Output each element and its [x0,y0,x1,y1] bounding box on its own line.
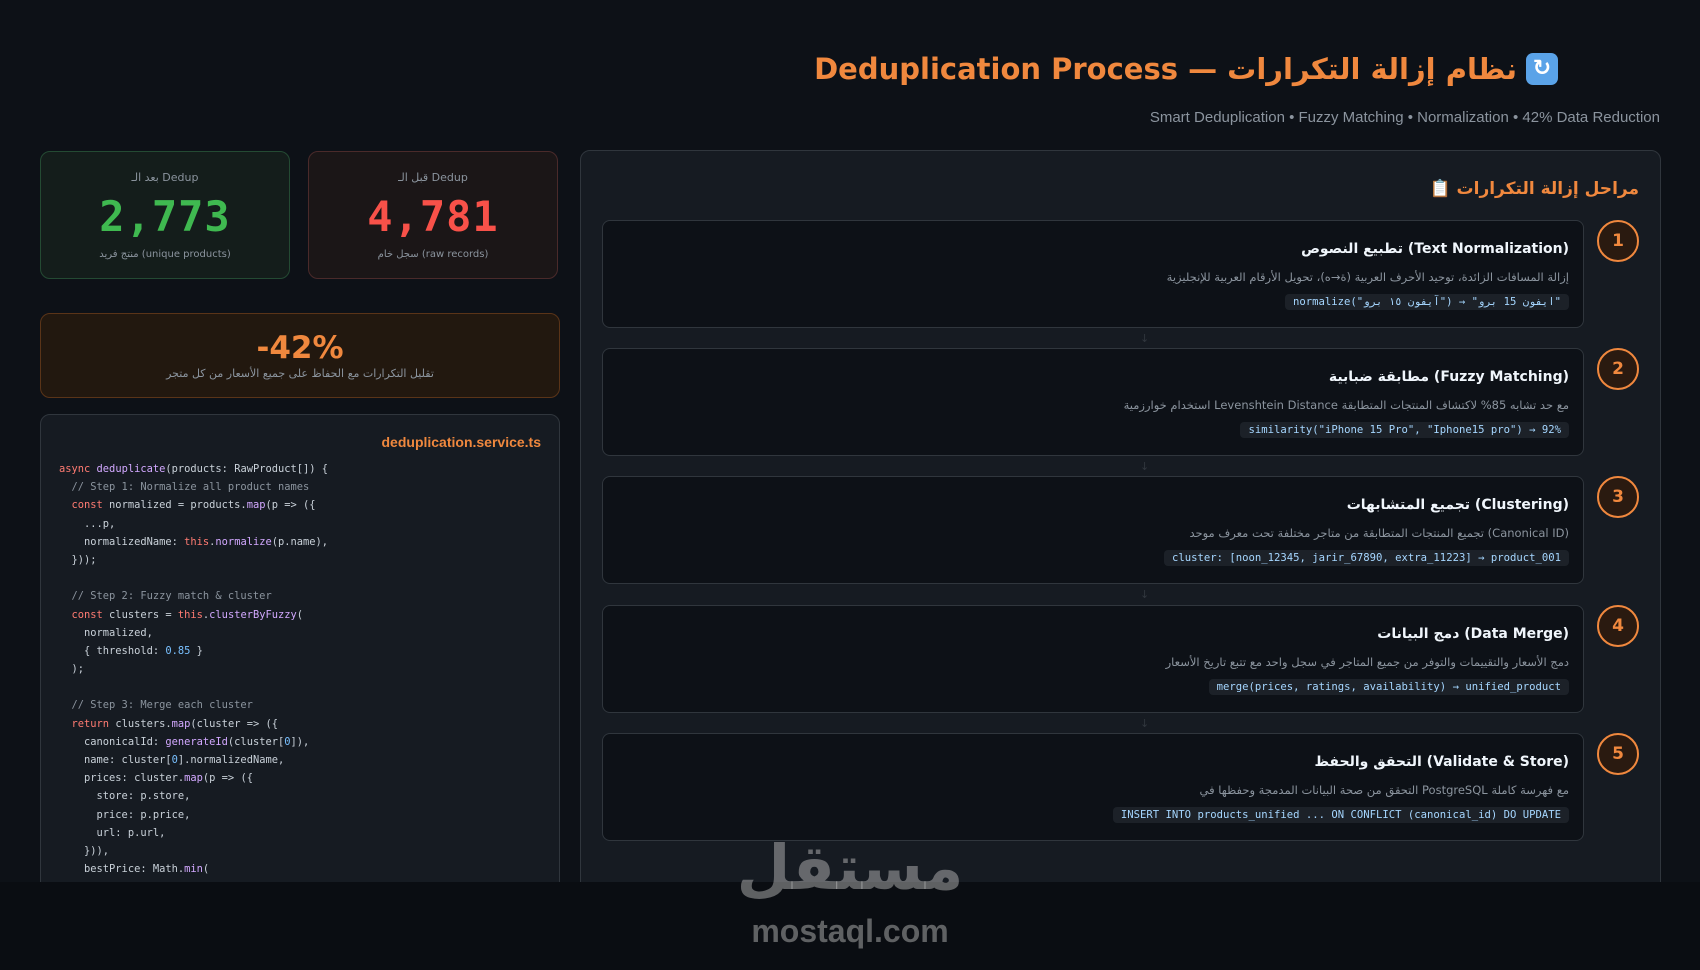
reduction-value: -42% [256,330,344,366]
step-card: دمج البيانات (Data Merge) دمج الأسعار وال… [602,605,1584,713]
step-desc: تجميع المنتجات المتطابقة من متاجر مختلفة… [1189,526,1569,540]
step-desc: إزالة المسافات الزائدة، توحيد الأحرف الع… [1166,270,1569,284]
step-arrow-icon: ↓ [1140,332,1150,345]
code-line: // Step 3: Merge each cluster [59,699,253,712]
steps-panel: 📋 مراحل إزالة التكرارات تطبيع النصوص (Te… [580,150,1661,910]
code-line: canonicalId: generateId(cluster[0]), [59,735,310,748]
after-dedup-card: بعد الـ Dedup 2,773 منتج فريد (unique pr… [40,151,290,279]
step-desc: دمج الأسعار والتقييمات والتوفر من جميع ا… [1165,655,1569,669]
step-name: التحقق والحفظ (Validate & Store) [1314,754,1569,770]
before-dedup-value: 4,781 [367,192,499,241]
step-code: similarity("iPhone 15 Pro", "Iphone15 pr… [1240,422,1569,438]
step-desc: استخدام خوارزمية Levenshtein Distance مع… [1123,398,1569,412]
step-card: تطبيع النصوص (Text Normalization) إزالة ا… [602,220,1584,328]
refresh-icon: ↻ [1526,53,1558,85]
before-dedup-label: قبل الـ Dedup [398,171,468,184]
after-dedup-label: بعد الـ Dedup [131,171,199,184]
step-number-badge: 4 [1597,605,1639,647]
mostaql-logo: مستقل [736,831,964,904]
step-name: تجميع المتشابهات (Clustering) [1346,497,1569,513]
step-arrow-icon: ↓ [1140,717,1150,730]
code-line: url: p.url, [59,826,166,839]
page-title: Deduplication Process — نظام إزالة التكر… [814,52,1517,86]
before-dedup-sub: سجل خام (raw records) [377,249,489,260]
code-line: prices: cluster.map(p => ({ [59,772,253,785]
mostaql-url: mostaql.com [751,913,949,949]
step-card: التحقق والحفظ (Validate & Store) التحقق م… [602,733,1584,841]
code-line: // Step 1: Normalize all product names [59,481,310,494]
code-line: // Step 2: Fuzzy match & cluster [59,590,272,603]
step-number-badge: 5 [1597,733,1639,775]
step-card: مطابقة ضبابية (Fuzzy Matching) استخدام خو… [602,348,1584,456]
step-card: تجميع المتشابهات (Clustering) تجميع المنت… [602,476,1584,584]
code-line: ...p, [59,517,116,530]
code-panel: deduplication.service.ts async deduplica… [40,414,560,894]
step-name: مطابقة ضبابية (Fuzzy Matching) [1328,369,1569,385]
step-number-badge: 2 [1597,348,1639,390]
code-filename: deduplication.service.ts [381,434,542,450]
code-line: price: p.price, [59,808,191,821]
after-dedup-sub: منتج فريد (unique products) [99,249,231,260]
step-arrow-icon: ↓ [1140,588,1150,601]
code-line: normalized, [59,626,153,639]
steps-panel-title: 📋 مراحل إزالة التكرارات [1429,179,1639,199]
step-code: merge(prices, ratings, availability) → u… [1208,679,1569,695]
step-code: normalize("آيفون ١٥ برو") → "ايفون 15 بر… [1285,294,1569,310]
before-dedup-card: قبل الـ Dedup 4,781 سجل خام (raw records… [308,151,558,279]
step-code: INSERT INTO products_unified ... ON CONF… [1112,807,1569,823]
page-subtitle: Smart Deduplication • Fuzzy Matching • N… [1149,109,1660,126]
code-line: bestPrice: Math.min( [59,863,210,876]
code-line: })); [59,553,97,566]
step-number-badge: 1 [1597,220,1639,262]
step-name: دمج البيانات (Data Merge) [1377,626,1569,642]
step-code: cluster: [noon_12345, jarir_67890, extra… [1163,550,1569,566]
code-line: { threshold: 0.85 } [59,644,203,657]
code-block: async deduplicate(products: RawProduct[]… [59,460,329,893]
code-line: normalizedName: this.normalize(p.name), [59,535,329,548]
reduction-card: -42% تقليل التكرارات مع الحفاظ على جميع … [40,313,560,398]
code-line: ); [59,663,85,676]
code-line: name: cluster[0].normalizedName, [59,754,285,766]
step-number-badge: 3 [1597,476,1639,518]
step-name: تطبيع النصوص (Text Normalization) [1301,241,1569,257]
code-line: const clusters = this.clusterByFuzzy( [71,608,304,621]
code-line: return clusters.map(cluster => ({ [71,717,278,730]
after-dedup-value: 2,773 [99,192,231,241]
code-line: store: p.store, [59,790,191,803]
step-arrow-icon: ↓ [1140,460,1150,473]
reduction-desc: تقليل التكرارات مع الحفاظ على جميع الأسع… [166,367,434,380]
step-desc: التحقق من صحة البيانات المدمجة وحفظها في… [1199,783,1569,797]
code-line: const normalized = products.map(p => ({ [71,499,316,512]
code-line: })), [59,844,110,857]
code-line: async deduplicate(products: RawProduct[]… [59,463,329,475]
